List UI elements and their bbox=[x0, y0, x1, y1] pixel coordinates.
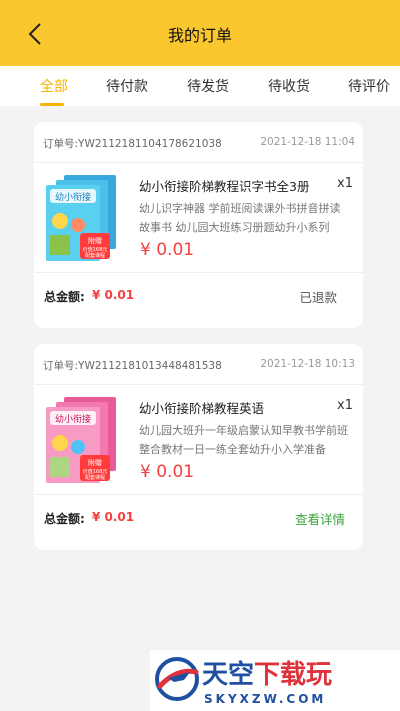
svg-text:价值168元: 价值168元 bbox=[83, 468, 108, 475]
airplane-logo-icon bbox=[155, 657, 199, 701]
svg-text:配套课程: 配套课程 bbox=[85, 252, 105, 259]
product-quantity: x1 bbox=[337, 176, 353, 191]
product-title[interactable]: 幼小衔接阶梯教程识字书全3册 bbox=[139, 176, 309, 195]
tab-pending-review[interactable]: 待评价 bbox=[348, 76, 390, 96]
product-thumbnail-image[interactable]: 幼小衔接 附赠 价值168元 配套课程 bbox=[44, 173, 120, 263]
watermark-title: 天空下载玩 bbox=[202, 660, 333, 690]
page-title: 我的订单 bbox=[167, 26, 232, 45]
product-description: 幼儿园大班升一年级启蒙认知早教书学前班整合教材一日一练全套幼升小入学准备 bbox=[139, 424, 348, 456]
svg-text:价值168元: 价值168元 bbox=[83, 246, 108, 253]
total-amount-label: 总金额: bbox=[44, 290, 85, 304]
tab-all[interactable]: 全部 bbox=[40, 76, 68, 96]
product-thumbnail-image[interactable]: 幼小衔接 附赠 价值168元 配套课程 bbox=[44, 395, 120, 485]
product-title[interactable]: 幼小衔接阶梯教程英语 bbox=[139, 398, 264, 417]
svg-text:配套课程: 配套课程 bbox=[85, 474, 105, 481]
order-status-tabs: 全部 待付款 待发货 待收货 待评价 bbox=[0, 66, 400, 106]
total-amount-value: ¥ 0.01 bbox=[92, 288, 135, 302]
divider bbox=[34, 384, 363, 385]
watermark-url: SKYXZW.COM bbox=[204, 692, 327, 706]
product-description: 幼儿识字神器 学前班阅读课外书拼音拼读故事书 幼儿园大班练习册题幼升小系列 bbox=[139, 202, 341, 234]
product-price: ¥ 0.01 bbox=[140, 240, 195, 260]
svg-text:附赠: 附赠 bbox=[88, 458, 102, 467]
svg-text:附赠: 附赠 bbox=[88, 236, 102, 245]
order-card[interactable]: 订单号:YW2112181013448481538 2021-12-18 10:… bbox=[34, 344, 363, 550]
svg-text:幼小衔接: 幼小衔接 bbox=[55, 191, 91, 203]
tab-pending-receipt[interactable]: 待收货 bbox=[268, 76, 310, 96]
tab-pending-payment[interactable]: 待付款 bbox=[106, 76, 148, 96]
order-status: 已退款 bbox=[299, 290, 337, 305]
order-number: 订单号:YW2112181104178621038 bbox=[43, 138, 222, 150]
top-bar: 我的订单 bbox=[0, 0, 400, 66]
site-watermark: 天空下载玩 SKYXZW.COM bbox=[150, 650, 400, 711]
active-tab-indicator bbox=[40, 103, 64, 106]
product-quantity: x1 bbox=[337, 398, 353, 413]
total-amount-label: 总金额: bbox=[44, 512, 85, 526]
product-price: ¥ 0.01 bbox=[140, 462, 195, 482]
tab-pending-shipment[interactable]: 待发货 bbox=[187, 76, 229, 96]
order-card[interactable]: 订单号:YW2112181104178621038 2021-12-18 11:… bbox=[34, 122, 363, 328]
order-date: 2021-12-18 10:13 bbox=[260, 358, 355, 370]
svg-text:幼小衔接: 幼小衔接 bbox=[55, 413, 91, 425]
total-amount-value: ¥ 0.01 bbox=[92, 510, 135, 524]
order-date: 2021-12-18 11:04 bbox=[260, 136, 355, 148]
view-details-link[interactable]: 查看详情 bbox=[295, 509, 345, 528]
divider bbox=[34, 162, 363, 163]
order-number: 订单号:YW2112181013448481538 bbox=[43, 360, 222, 372]
divider bbox=[34, 272, 363, 273]
divider bbox=[34, 494, 363, 495]
